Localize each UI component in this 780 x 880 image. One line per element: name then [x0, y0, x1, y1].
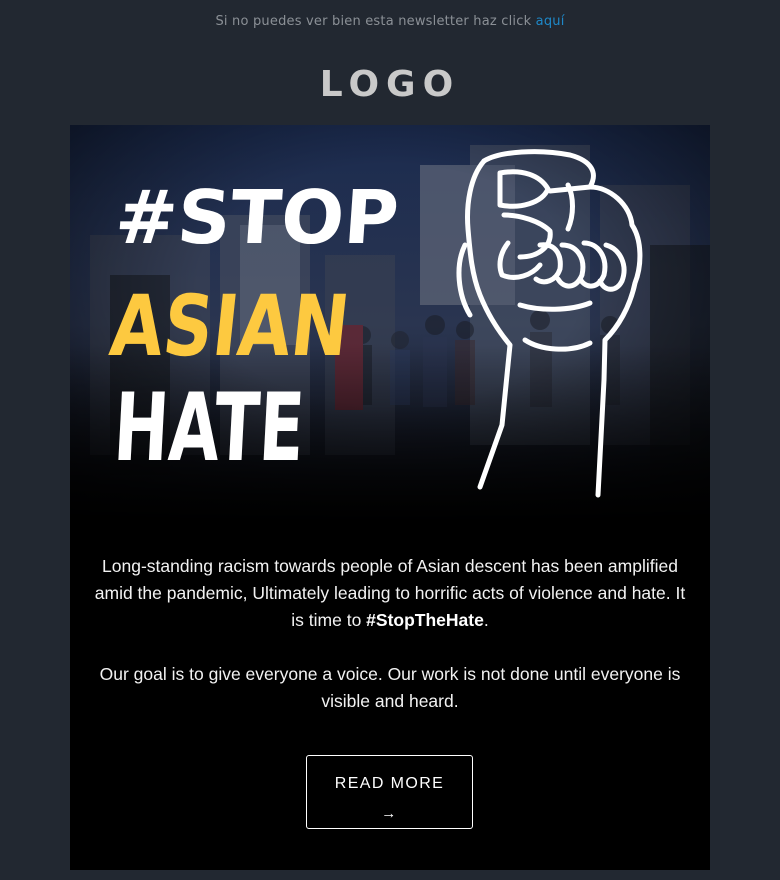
- hero-line-stop: #STOP: [112, 175, 401, 261]
- hero-line-asian: ASIAN: [106, 277, 354, 375]
- preheader-text: Si no puedes ver bien esta newsletter ha…: [215, 14, 536, 29]
- arrow-right-icon: →: [381, 805, 398, 822]
- newsletter-card: #STOP ASIAN HATE Long-standing racism to…: [70, 125, 710, 870]
- hero-line-hate: HATE: [111, 374, 307, 483]
- body-paragraph-2: Our goal is to give everyone a voice. Ou…: [99, 664, 681, 711]
- read-more-label: READ MORE: [334, 775, 445, 792]
- view-in-browser-link[interactable]: aquí: [536, 14, 565, 29]
- preheader: Si no puedes ver bien esta newsletter ha…: [0, 14, 780, 29]
- logo: LOGO: [319, 64, 461, 105]
- hero-banner: #STOP ASIAN HATE: [70, 125, 710, 525]
- body-paragraph-1: Long-standing racism towards people of A…: [94, 556, 686, 630]
- read-more-button[interactable]: READ MORE →: [306, 755, 473, 829]
- hero-image: #STOP ASIAN HATE: [70, 125, 710, 525]
- hashtag-stop-the-hate: #StopTheHate: [366, 610, 484, 630]
- body-copy: Long-standing racism towards people of A…: [90, 553, 690, 715]
